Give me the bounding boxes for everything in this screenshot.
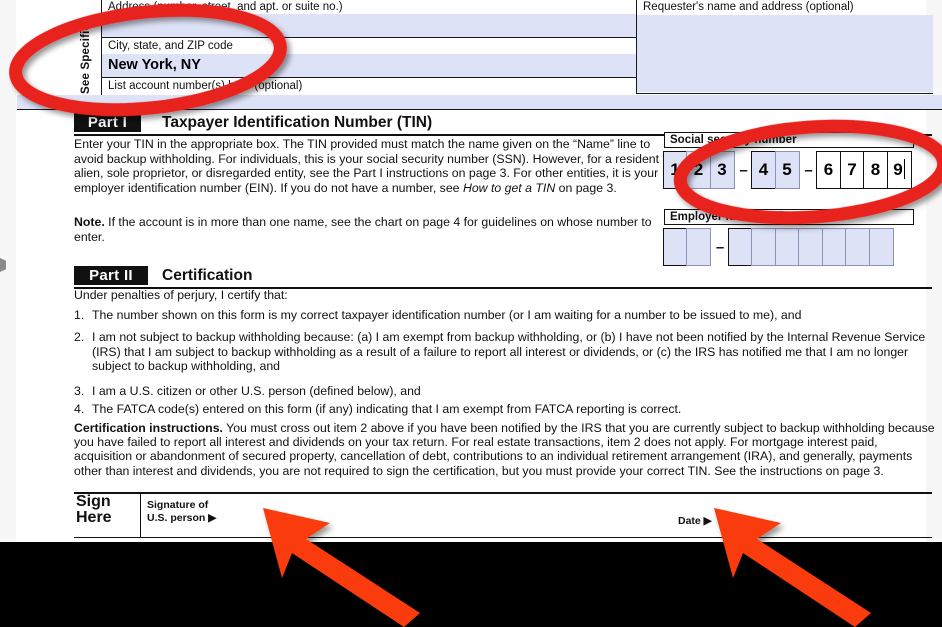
certification-item-4: 4. The FATCA code(s) entered on this for… bbox=[74, 402, 936, 417]
part1-body-text: Enter your TIN in the appropriate box. T… bbox=[74, 137, 660, 195]
address-column: Address (number, street, and apt. or sui… bbox=[102, 0, 642, 108]
part2-header: Part II Certification bbox=[74, 266, 932, 289]
ssn-separator: – bbox=[739, 161, 748, 179]
scroll-position-marker bbox=[0, 258, 6, 272]
item-number: 1. bbox=[74, 308, 85, 322]
certification-instructions-label: Certification instructions. bbox=[74, 421, 223, 435]
ein-digit[interactable] bbox=[798, 228, 823, 266]
note-label: Note. bbox=[74, 215, 105, 229]
ein-digit-boxes[interactable]: – bbox=[662, 228, 914, 266]
w9-form-sheet: See Specific Address (number, street, an… bbox=[16, 0, 942, 542]
account-number-caption: List account number(s) here (optional) bbox=[108, 80, 303, 92]
ein-digit[interactable] bbox=[751, 228, 776, 266]
item-text: I am a U.S. citizen or other U.S. person… bbox=[92, 384, 421, 398]
ein-digit[interactable] bbox=[845, 228, 870, 266]
ssn-digit[interactable]: 5 bbox=[774, 151, 800, 189]
ein-digit[interactable] bbox=[686, 228, 711, 266]
item-number: 2. bbox=[74, 330, 85, 344]
account-number-input[interactable] bbox=[17, 95, 942, 110]
certification-item-1: 1. The number shown on this form is my c… bbox=[74, 308, 936, 323]
ssn-field-group: Social security number 1 2 3 – 4 5 – 6 7… bbox=[662, 132, 914, 189]
requester-caption: Requester's name and address (optional) bbox=[643, 1, 854, 13]
sign-here-label: Sign Here bbox=[76, 493, 112, 526]
date-label: Date ▶ bbox=[678, 515, 712, 527]
ein-field-group: Employer identification number – bbox=[662, 209, 914, 266]
ein-digit[interactable] bbox=[662, 228, 688, 266]
ssn-separator: – bbox=[804, 161, 813, 179]
item-number: 4. bbox=[74, 402, 85, 416]
sign-here-section: Sign Here Signature of U.S. person ▶ Dat… bbox=[74, 492, 932, 538]
ein-caption: Employer identification number bbox=[664, 209, 914, 225]
ssn-digit-last[interactable]: 9 bbox=[886, 151, 912, 189]
screenshot-root: See Specific Address (number, street, an… bbox=[0, 0, 942, 627]
requester-input[interactable] bbox=[637, 15, 933, 92]
ssn-digit[interactable]: 3 bbox=[709, 151, 735, 189]
text-cursor bbox=[903, 159, 905, 179]
side-instruction-label: See Specific bbox=[80, 23, 92, 94]
signature-label: Signature of U.S. person ▶ bbox=[147, 499, 217, 524]
requester-column: Requester's name and address (optional) bbox=[636, 0, 933, 94]
ssn-digit[interactable]: 2 bbox=[686, 151, 711, 189]
ein-digit[interactable] bbox=[774, 228, 800, 266]
sign-divider bbox=[140, 492, 141, 538]
certification-instructions: Certification instructions. You must cro… bbox=[74, 421, 936, 478]
ssn-caption: Social security number bbox=[664, 132, 914, 148]
part2-intro: Under penalties of perjury, I certify th… bbox=[74, 288, 288, 302]
address-field-grid: Address (number, street, and apt. or sui… bbox=[17, 0, 942, 110]
item-text: The number shown on this form is my corr… bbox=[92, 308, 802, 322]
item-text: I am not subject to backup withholding b… bbox=[92, 330, 926, 374]
ein-digit[interactable] bbox=[821, 228, 847, 266]
item-text: The FATCA code(s) entered on this form (… bbox=[92, 402, 682, 416]
ssn-digit[interactable]: 4 bbox=[751, 151, 776, 189]
city-input[interactable]: New York, NY bbox=[102, 54, 636, 78]
ein-digit[interactable] bbox=[727, 228, 753, 266]
ssn-digit-boxes[interactable]: 1 2 3 – 4 5 – 6 7 8 9 bbox=[662, 151, 914, 189]
item-number: 3. bbox=[74, 384, 85, 398]
certification-item-2: 2. I am not subject to backup withholdin… bbox=[74, 330, 936, 374]
part2-title: Certification bbox=[162, 267, 253, 284]
ein-separator: – bbox=[715, 238, 725, 256]
part1-note: Note. If the account is in more than one… bbox=[74, 215, 660, 244]
part1-title: Taxpayer Identification Number (TIN) bbox=[162, 114, 433, 131]
ein-digit[interactable] bbox=[868, 228, 894, 266]
sign-section-top-rule bbox=[74, 492, 932, 494]
ssn-digit[interactable]: 1 bbox=[662, 151, 688, 189]
viewport-black-area bbox=[0, 542, 942, 627]
signature-line[interactable] bbox=[74, 537, 932, 538]
ssn-digit[interactable]: 6 bbox=[816, 151, 841, 189]
part1-tag: Part I bbox=[74, 113, 141, 132]
address-input[interactable] bbox=[102, 14, 636, 38]
part2-tag: Part II bbox=[74, 266, 148, 285]
certification-item-3: 3. I am a U.S. citizen or other U.S. per… bbox=[74, 384, 936, 399]
ssn-digit[interactable]: 7 bbox=[839, 151, 865, 189]
ssn-digit[interactable]: 8 bbox=[863, 151, 888, 189]
city-value: New York, NY bbox=[108, 57, 201, 73]
note-text: If the account is in more than one name,… bbox=[74, 215, 652, 244]
